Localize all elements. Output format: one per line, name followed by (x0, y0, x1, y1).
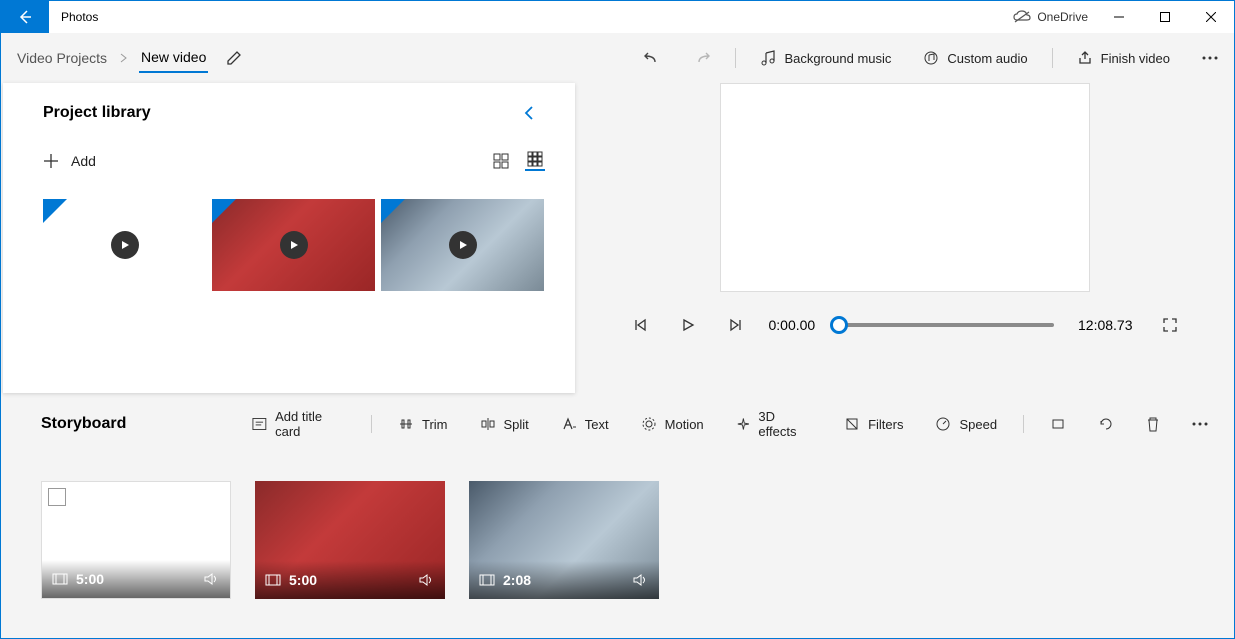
minimize-button[interactable] (1096, 1, 1142, 33)
storyboard-more-button[interactable] (1186, 418, 1214, 430)
library-clip-1[interactable] (43, 199, 206, 291)
play-icon (449, 231, 477, 259)
crop-icon (1050, 417, 1066, 431)
trim-icon (398, 417, 414, 431)
prev-frame-button[interactable] (625, 310, 655, 340)
clip-duration: 5:00 (289, 572, 317, 588)
play-button[interactable] (673, 310, 703, 340)
rotate-button[interactable] (1092, 413, 1120, 435)
filters-button[interactable]: Filters (838, 413, 909, 436)
redo-button[interactable] (685, 43, 719, 73)
selection-corner-icon (43, 199, 67, 223)
trim-button[interactable]: Trim (392, 413, 454, 436)
speed-button[interactable]: Speed (929, 413, 1003, 436)
video-preview[interactable] (720, 83, 1090, 292)
delete-button[interactable] (1140, 412, 1166, 436)
clip-duration: 5:00 (76, 571, 104, 587)
collapse-button[interactable] (513, 101, 545, 125)
chevron-right-icon (119, 53, 129, 63)
chevron-left-icon (523, 105, 535, 121)
play-icon (111, 231, 139, 259)
volume-icon[interactable] (204, 572, 220, 586)
storyboard-clip-3[interactable]: 2:08 (469, 481, 659, 599)
background-music-button[interactable]: Background music (752, 44, 899, 72)
selection-corner-icon (212, 199, 236, 223)
plus-icon (43, 153, 59, 169)
more-button[interactable] (1194, 50, 1226, 66)
storyboard-title: Storyboard (41, 415, 126, 433)
library-title: Project library (43, 104, 151, 122)
timeline-slider[interactable] (839, 323, 1054, 327)
motion-button[interactable]: Motion (635, 413, 710, 436)
custom-audio-button[interactable]: Custom audio (915, 44, 1035, 72)
storyboard-clip-2[interactable]: 5:00 (255, 481, 445, 599)
film-icon (52, 573, 68, 585)
trash-icon (1146, 416, 1160, 432)
music-icon (760, 50, 776, 66)
motion-icon (641, 417, 657, 431)
breadcrumb: Video Projects New video (9, 43, 208, 73)
add-button[interactable]: Add (43, 153, 96, 169)
volume-icon[interactable] (419, 573, 435, 587)
film-icon (479, 574, 495, 586)
rename-button[interactable] (226, 50, 242, 66)
text-button[interactable]: Text (555, 413, 615, 436)
library-clip-3[interactable] (381, 199, 544, 291)
play-icon (280, 231, 308, 259)
volume-icon[interactable] (633, 573, 649, 587)
fullscreen-button[interactable] (1155, 310, 1185, 340)
add-title-card-button[interactable]: Add title card (246, 405, 351, 443)
app-title: Photos (49, 10, 1013, 24)
split-icon (480, 417, 496, 431)
onedrive-status[interactable]: OneDrive (1013, 10, 1088, 24)
speed-icon (935, 417, 951, 431)
undo-button[interactable] (635, 43, 669, 73)
next-frame-button[interactable] (721, 310, 751, 340)
slider-knob[interactable] (830, 316, 848, 334)
filters-icon (844, 417, 860, 431)
total-time: 12:08.73 (1078, 317, 1133, 333)
back-button[interactable] (1, 1, 49, 33)
crop-button[interactable] (1044, 413, 1072, 435)
film-icon (265, 574, 281, 586)
grid-large-toggle[interactable] (491, 151, 511, 171)
title-card-icon (252, 417, 267, 431)
library-clip-2[interactable] (212, 199, 375, 291)
split-button[interactable]: Split (474, 413, 535, 436)
breadcrumb-current[interactable]: New video (139, 43, 208, 73)
storyboard-clip-1[interactable]: 5:00 (41, 481, 231, 599)
maximize-button[interactable] (1142, 1, 1188, 33)
clip-checkbox[interactable] (48, 488, 66, 506)
finish-video-button[interactable]: Finish video (1069, 44, 1178, 72)
breadcrumb-root[interactable]: Video Projects (15, 44, 109, 72)
current-time: 0:00.00 (769, 317, 816, 333)
grid-small-toggle[interactable] (525, 151, 545, 171)
selection-corner-icon (381, 199, 405, 223)
close-button[interactable] (1188, 1, 1234, 33)
audio-icon (923, 50, 939, 66)
clip-duration: 2:08 (503, 572, 531, 588)
project-library-panel: Project library Add (3, 83, 575, 393)
share-icon (1077, 50, 1093, 66)
sparkle-icon (736, 417, 751, 431)
3d-effects-button[interactable]: 3D effects (730, 405, 818, 443)
cloud-off-icon (1013, 10, 1031, 24)
text-icon (561, 417, 577, 431)
rotate-icon (1098, 417, 1114, 431)
